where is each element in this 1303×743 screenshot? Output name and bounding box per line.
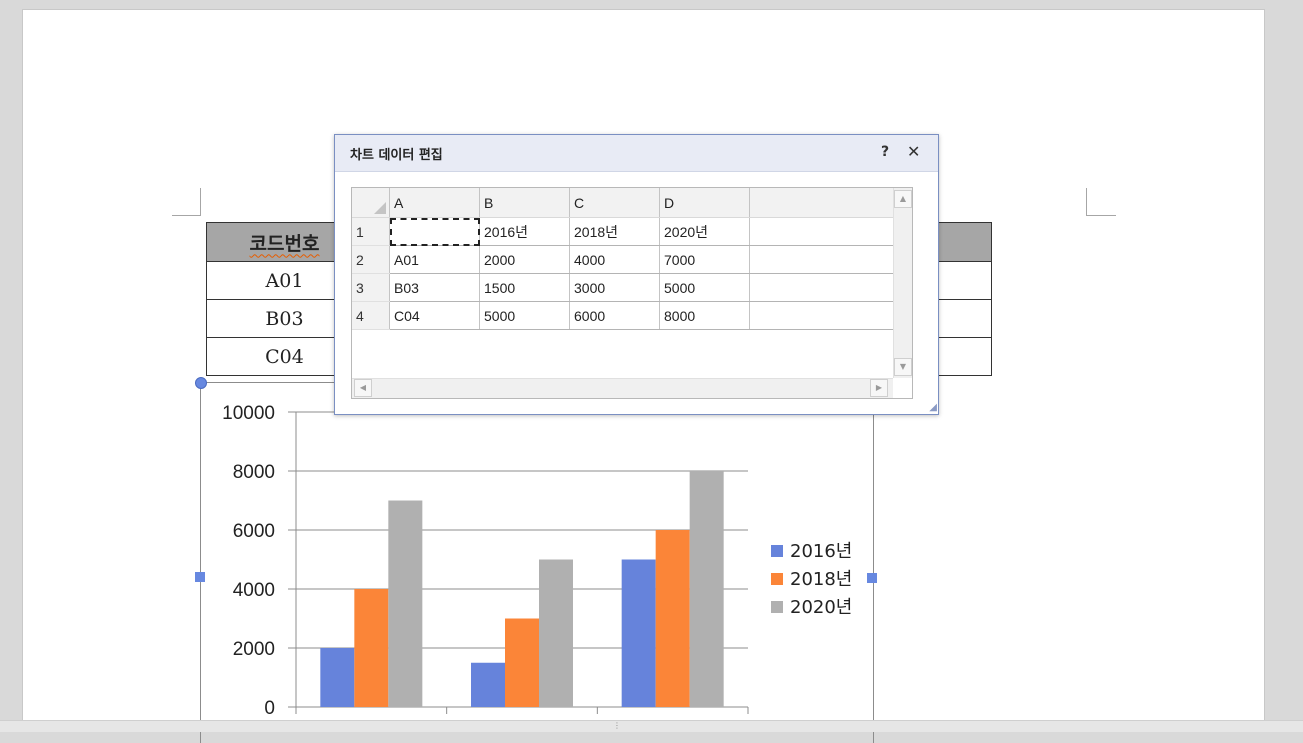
row-header[interactable]: 2: [352, 245, 390, 274]
column-header-d[interactable]: D: [659, 188, 750, 218]
column-header-a[interactable]: A: [389, 188, 480, 218]
grid-cell[interactable]: B03: [389, 273, 480, 302]
legend-swatch: [771, 601, 783, 613]
grid-cell[interactable]: 5000: [479, 301, 570, 330]
y-tick-label: 6000: [233, 521, 275, 542]
legend-label: 2016년: [790, 541, 852, 562]
column-header-b[interactable]: B: [479, 188, 570, 218]
grid-row: 3 B03 1500 3000 5000: [352, 273, 894, 302]
legend-swatch: [771, 545, 783, 557]
scroll-down-icon[interactable]: ▼: [894, 358, 912, 376]
grid-cell[interactable]: [749, 273, 894, 302]
select-all-corner[interactable]: [352, 188, 390, 218]
y-tick-label: 0: [264, 698, 275, 719]
data-grid[interactable]: A B C D 1 2016년 2018년 2020년 2 A01 2000 4…: [352, 188, 894, 330]
resize-grip-icon[interactable]: ◢: [929, 402, 937, 413]
y-tick-label: 4000: [233, 580, 275, 601]
help-button[interactable]: ?: [881, 144, 889, 160]
grid-cell[interactable]: [749, 245, 894, 274]
bar-A01-2020년: [388, 500, 423, 707]
grid-cell[interactable]: 2000: [479, 245, 570, 274]
close-button[interactable]: ✕: [907, 142, 920, 161]
column-header-c[interactable]: C: [569, 188, 660, 218]
grid-cell[interactable]: 4000: [569, 245, 660, 274]
scroll-right-icon[interactable]: ▶: [870, 379, 888, 397]
grid-cell[interactable]: 2020년: [659, 217, 750, 246]
grid-row: 2 A01 2000 4000 7000: [352, 245, 894, 274]
grid-cell[interactable]: [749, 301, 894, 330]
bar-B03-2016년: [471, 662, 505, 707]
grid-row: 4 C04 5000 6000 8000: [352, 301, 894, 330]
data-grid-container[interactable]: A B C D 1 2016년 2018년 2020년 2 A01 2000 4…: [351, 187, 913, 399]
bar-B03-2020년: [539, 559, 573, 707]
bar-C04-2016년: [621, 559, 656, 707]
grid-cell[interactable]: 2016년: [479, 217, 570, 246]
dialog-title: 차트 데이터 편집: [350, 148, 443, 163]
row-header[interactable]: 4: [352, 301, 390, 330]
bar-C04-2020년: [689, 471, 724, 707]
grid-cell[interactable]: 5000: [659, 273, 750, 302]
bar-A01-2018년: [354, 589, 389, 707]
row-header[interactable]: 1: [352, 217, 390, 246]
select-all-icon: [374, 202, 386, 214]
row-header[interactable]: 3: [352, 273, 390, 302]
horizontal-scrollbar[interactable]: ◀ ▶: [352, 378, 893, 398]
grid-cell-active[interactable]: [389, 217, 480, 246]
grid-cell[interactable]: 8000: [659, 301, 750, 330]
grid-row: 1 2016년 2018년 2020년: [352, 217, 894, 246]
chart-data-edit-dialog[interactable]: 차트 데이터 편집 ? ✕ A B C D 1 2016년 2018년 2020…: [334, 134, 939, 415]
legend-swatch: [771, 573, 783, 585]
grid-cell[interactable]: 1500: [479, 273, 570, 302]
bar-A01-2016년: [320, 648, 355, 707]
legend-label: 2020년: [790, 597, 852, 618]
scroll-left-icon[interactable]: ◀: [354, 379, 372, 397]
y-tick-label: 10000: [222, 403, 275, 424]
bottom-status-strip: ⋮: [0, 720, 1303, 732]
y-tick-label: 8000: [233, 462, 275, 483]
vertical-scrollbar[interactable]: ▲ ▼: [893, 188, 912, 378]
bar-C04-2018년: [655, 530, 690, 707]
splitter-grip-icon[interactable]: ⋮: [613, 721, 621, 730]
grid-cell[interactable]: 6000: [569, 301, 660, 330]
grid-cell[interactable]: 3000: [569, 273, 660, 302]
y-tick-label: 2000: [233, 639, 275, 660]
grid-cell[interactable]: A01: [389, 245, 480, 274]
column-header-e[interactable]: [749, 188, 894, 218]
grid-column-header-row: A B C D: [352, 188, 894, 218]
grid-cell[interactable]: C04: [389, 301, 480, 330]
scroll-up-icon[interactable]: ▲: [894, 190, 912, 208]
grid-cell[interactable]: [749, 217, 894, 246]
grid-cell[interactable]: 7000: [659, 245, 750, 274]
bar-B03-2018년: [505, 618, 539, 707]
legend-label: 2018년: [790, 569, 852, 590]
grid-cell[interactable]: 2018년: [569, 217, 660, 246]
dialog-title-bar[interactable]: 차트 데이터 편집 ? ✕: [335, 135, 938, 172]
